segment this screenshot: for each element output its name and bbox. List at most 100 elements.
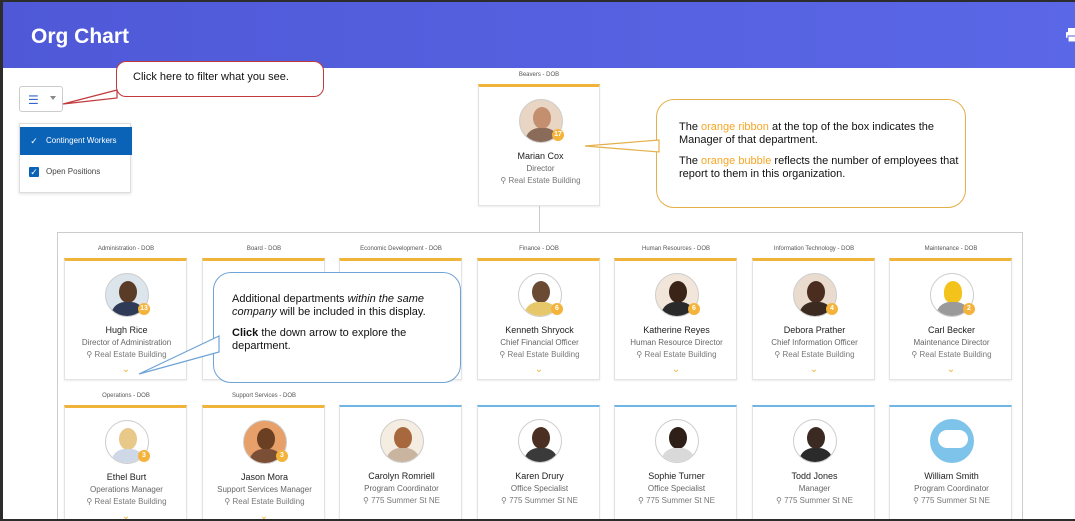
employee-title: Human Resource Director	[630, 338, 723, 347]
employee-location: ⚲ Real Estate Building	[86, 497, 167, 506]
department-label: Human Resources - DOB	[641, 246, 711, 252]
filter-option-contingent-workers[interactable]: ✓ Contingent Workers	[20, 127, 132, 155]
employee-card-carolyn-romriell[interactable]: Carolyn Romriell Program Coordinator ⚲ 7…	[339, 405, 463, 519]
report-count-badge: 3	[276, 450, 288, 462]
checkmark-icon: ✓	[30, 136, 38, 146]
department-label: Board - DOB	[246, 246, 282, 252]
location-text: Real Estate Building	[782, 350, 855, 359]
connector-line	[1022, 232, 1023, 519]
department-label: Economic Development - DOB	[360, 246, 442, 252]
employee-title: Director	[526, 164, 555, 173]
employee-location: ⚲ Real Estate Building	[500, 176, 581, 185]
employee-location: ⚲ 775 Summer St NE	[500, 496, 578, 505]
employee-title: Program Coordinator	[364, 484, 439, 493]
location-text: Real Estate Building	[644, 350, 717, 359]
callout-pointer	[138, 335, 220, 375]
report-count-badge: 2	[963, 303, 975, 315]
employee-location: ⚲ 775 Summer St NE	[775, 496, 853, 505]
chevron-down-icon[interactable]: ⌄	[809, 365, 819, 375]
employee-card-william-smith[interactable]: William Smith Program Coordinator ⚲ 775 …	[889, 405, 1013, 519]
avatar	[380, 419, 424, 463]
chevron-down-icon[interactable]: ⌄	[946, 365, 956, 375]
location-text: 775 Summer St NE	[371, 496, 440, 505]
chevron-down-icon[interactable]: ⌄	[121, 512, 131, 520]
employee-title: Office Specialist	[647, 484, 706, 493]
department-label: Information Technology - DOB	[773, 246, 855, 252]
department-label: Support Services - DOB	[231, 393, 297, 399]
employee-name[interactable]: Carolyn Romriell	[340, 471, 463, 481]
avatar	[793, 419, 837, 463]
filter-button[interactable]: ☰	[19, 86, 63, 112]
report-count-badge: 6	[551, 303, 563, 315]
chevron-down-icon[interactable]: ⌄	[671, 365, 681, 375]
employee-title: Support Services Manager	[217, 485, 312, 494]
filter-callout: Click here to filter what you see.	[116, 61, 324, 97]
avatar	[518, 419, 562, 463]
employee-name[interactable]: William Smith	[890, 471, 1013, 481]
department-label: Finance - DOB	[519, 246, 559, 252]
employee-name[interactable]: Katherine Reyes	[615, 325, 738, 335]
highlight-text: orange ribbon	[701, 121, 769, 133]
employee-location: ⚲ 775 Summer St NE	[362, 496, 440, 505]
highlight-text: orange bubble	[701, 155, 772, 167]
avatar	[655, 419, 699, 463]
org-chart-screen: Org Chart ☰ ✓ Contingent Workers ✓ Open …	[0, 0, 1075, 521]
callout-text: Click here to filter what you see.	[133, 71, 289, 83]
callout-pointer	[584, 139, 660, 153]
location-text: Real Estate Building	[507, 350, 580, 359]
employee-title: Chief Information Officer	[771, 338, 858, 347]
chevron-down-icon[interactable]: ⌄	[534, 365, 544, 375]
location-text: 775 Summer St NE	[509, 496, 578, 505]
employee-card-carl-becker[interactable]: 2 Carl Becker Maintenance Director ⚲ Rea…	[889, 258, 1012, 380]
connector-line	[57, 232, 1023, 233]
filter-option-label: Open Positions	[46, 167, 101, 176]
location-text: Real Estate Building	[94, 497, 167, 506]
connector-line	[539, 205, 540, 233]
filter-menu: ✓ Contingent Workers ✓ Open Positions	[19, 123, 132, 193]
employee-card-debora-prather[interactable]: 4 Debora Prather Chief Information Offic…	[752, 258, 875, 380]
employee-card-sophie-turner[interactable]: Sophie Turner Office Specialist ⚲ 775 Su…	[614, 405, 738, 519]
employee-card-katherine-reyes[interactable]: 6 Katherine Reyes Human Resource Directo…	[614, 258, 737, 380]
employee-title: Chief Financial Officer	[500, 338, 579, 347]
employee-location: ⚲ Real Estate Building	[636, 350, 717, 359]
page-title: Org Chart	[31, 25, 130, 48]
employee-name[interactable]: Karen Drury	[478, 471, 601, 481]
location-text: Real Estate Building	[919, 350, 992, 359]
employee-card-marian-cox[interactable]: 17 Marian Cox Director ⚲ Real Estate Bui…	[478, 84, 600, 206]
chevron-down-icon[interactable]: ⌄	[121, 365, 131, 375]
departments-callout: Additional departments within the same c…	[213, 272, 461, 383]
employee-title: Program Coordinator	[914, 484, 989, 493]
employee-title: Operations Manager	[90, 485, 163, 494]
employee-title: Manager	[798, 484, 831, 493]
employee-name[interactable]: Carl Becker	[890, 325, 1013, 335]
employee-card-todd-jones[interactable]: Todd Jones Manager ⚲ 775 Summer St NE	[752, 405, 876, 519]
employee-name[interactable]: Jason Mora	[203, 472, 326, 482]
department-label: Administration - DOB	[97, 246, 155, 252]
employee-title: Maintenance Director	[913, 338, 990, 347]
employee-location: ⚲ Real Estate Building	[911, 350, 992, 359]
employee-location: ⚲ 775 Summer St NE	[912, 496, 990, 505]
connector-line	[57, 232, 58, 519]
filter-list-icon: ☰	[28, 93, 39, 107]
filter-option-open-positions[interactable]: ✓ Open Positions	[20, 158, 132, 186]
checkbox-checked-icon[interactable]: ✓	[29, 167, 39, 177]
employee-card-karen-drury[interactable]: Karen Drury Office Specialist ⚲ 775 Summ…	[477, 405, 601, 519]
department-label: Operations - DOB	[102, 393, 150, 399]
employee-location: ⚲ Real Estate Building	[499, 350, 580, 359]
employee-name[interactable]: Kenneth Shryock	[478, 325, 601, 335]
chevron-down-icon[interactable]: ⌄	[259, 512, 269, 520]
employee-name[interactable]: Ethel Burt	[65, 472, 188, 482]
location-text: 775 Summer St NE	[921, 496, 990, 505]
department-label: Beavers - DOB	[518, 72, 560, 78]
report-count-badge: 4	[826, 303, 838, 315]
employee-name[interactable]: Debora Prather	[753, 325, 876, 335]
employee-card-ethel-burt[interactable]: 3 Ethel Burt Operations Manager ⚲ Real E…	[64, 405, 188, 520]
employee-name[interactable]: Todd Jones	[753, 471, 876, 481]
employee-name[interactable]: Sophie Turner	[615, 471, 738, 481]
print-icon[interactable]	[1066, 28, 1075, 43]
employee-title: Office Specialist	[510, 484, 569, 493]
employee-card-jason-mora[interactable]: 3 Jason Mora Support Services Manager ⚲ …	[202, 405, 326, 520]
employee-card-kenneth-shryock[interactable]: 6 Kenneth Shryock Chief Financial Office…	[477, 258, 600, 380]
cloud-avatar-icon	[930, 419, 974, 463]
location-text: Real Estate Building	[508, 176, 581, 185]
